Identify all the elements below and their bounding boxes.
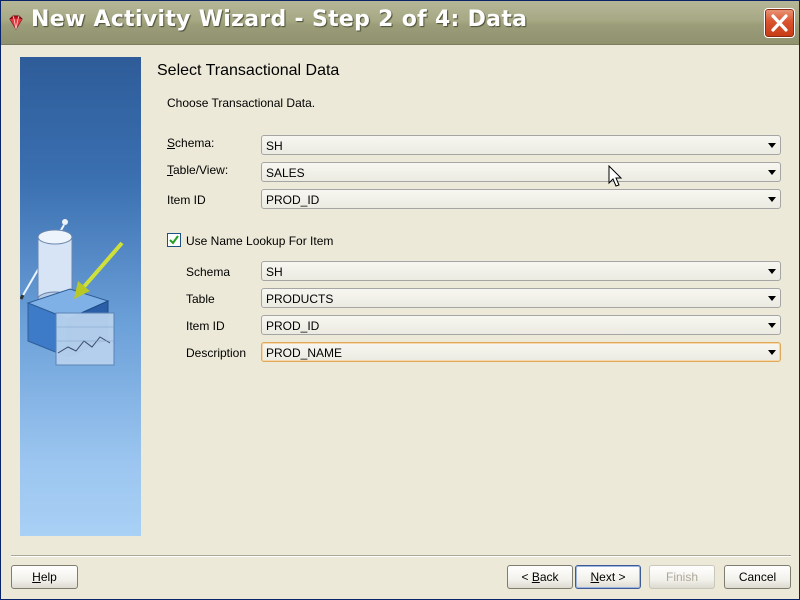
lookup-table-value: PRODUCTS [266, 292, 334, 306]
schema-combo[interactable]: SH [261, 135, 781, 155]
footer-separator [11, 555, 791, 557]
section-title: Select Transactional Data [157, 62, 340, 79]
title-bar[interactable]: New Activity Wizard - Step 2 of 4: Data [1, 1, 799, 45]
lookup-schema-label: Schema [186, 265, 231, 279]
back-button[interactable]: < Back [507, 565, 573, 589]
chevron-down-icon [768, 350, 776, 355]
wizard-window: New Activity Wizard - Step 2 of 4: Data [0, 0, 800, 600]
chevron-down-icon [768, 143, 776, 148]
close-x-icon [771, 14, 788, 32]
item-id-label: Item ID [167, 193, 206, 207]
lookup-table-label: Table [186, 292, 215, 306]
chevron-down-icon [768, 197, 776, 202]
lookup-item-id-value: PROD_ID [266, 319, 320, 333]
lookup-description-combo[interactable]: PROD_NAME [261, 342, 781, 362]
item-id-value: PROD_ID [266, 193, 320, 207]
schema-value: SH [266, 139, 283, 153]
item-id-combo[interactable]: PROD_ID [261, 189, 781, 209]
chevron-down-icon [768, 170, 776, 175]
table-view-label: Table/View: [167, 163, 229, 177]
ruby-diamond-icon [7, 14, 25, 32]
use-name-lookup-checkbox[interactable] [167, 233, 181, 247]
use-name-lookup-label[interactable]: Use Name Lookup For Item [186, 234, 333, 248]
table-view-combo[interactable]: SALES [261, 162, 781, 182]
window-title: New Activity Wizard - Step 2 of 4: Data [31, 7, 528, 32]
cancel-button[interactable]: Cancel [724, 565, 791, 589]
lookup-item-id-label: Item ID [186, 319, 225, 333]
close-button[interactable] [764, 8, 795, 38]
wizard-banner-image [20, 57, 141, 536]
lookup-item-id-combo[interactable]: PROD_ID [261, 315, 781, 335]
lookup-description-value: PROD_NAME [266, 346, 343, 360]
chevron-down-icon [768, 296, 776, 301]
lookup-schema-combo[interactable]: SH [261, 261, 781, 281]
lookup-schema-value: SH [266, 265, 283, 279]
chevron-down-icon [768, 323, 776, 328]
section-subtitle: Choose Transactional Data. [167, 96, 316, 110]
mouse-pointer-icon [608, 164, 624, 192]
schema-label: Schema: [167, 136, 215, 150]
lookup-table-combo[interactable]: PRODUCTS [261, 288, 781, 308]
help-button[interactable]: Help [11, 565, 78, 589]
lookup-description-label: Description [186, 346, 247, 360]
finish-button[interactable]: Finish [649, 565, 715, 589]
chevron-down-icon [768, 269, 776, 274]
checkmark-icon [169, 235, 179, 245]
next-button[interactable]: Next > [575, 565, 641, 589]
table-view-value: SALES [266, 166, 305, 180]
